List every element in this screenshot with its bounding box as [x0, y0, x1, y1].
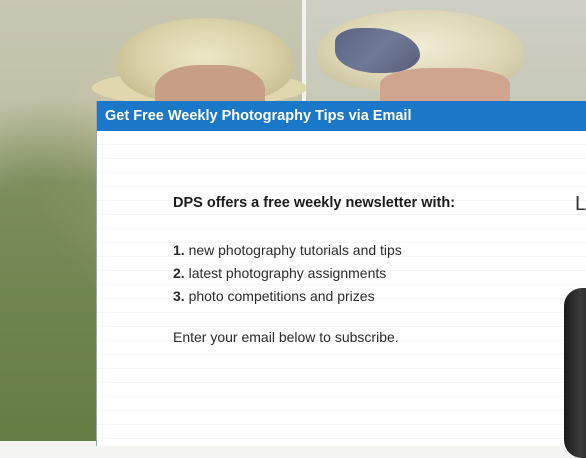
modal-title: Get Free Weekly Photography Tips via Ema…	[97, 101, 586, 131]
list-text: photo competitions and prizes	[184, 288, 375, 304]
list-item: 3. photo competitions and prizes	[173, 285, 402, 308]
modal-body: DPS offers a free weekly newsletter with…	[97, 131, 586, 458]
newsletter-modal: Get Free Weekly Photography Tips via Ema…	[96, 101, 586, 458]
list-number: 3.	[173, 288, 185, 304]
benefits-list: 1. new photography tutorials and tips 2.…	[173, 239, 402, 308]
list-item: 2. latest photography assignments	[173, 262, 402, 285]
product-image	[564, 288, 586, 458]
subscribe-instructions: Enter your email below to subscribe.	[173, 329, 399, 345]
list-text: new photography tutorials and tips	[184, 242, 402, 258]
list-item: 1. new photography tutorials and tips	[173, 239, 402, 262]
right-panel-heading: L	[575, 193, 586, 215]
list-number: 1.	[173, 242, 185, 258]
newsletter-lead: DPS offers a free weekly newsletter with…	[173, 195, 456, 211]
list-text: latest photography assignments	[184, 265, 387, 281]
list-number: 2.	[173, 265, 185, 281]
